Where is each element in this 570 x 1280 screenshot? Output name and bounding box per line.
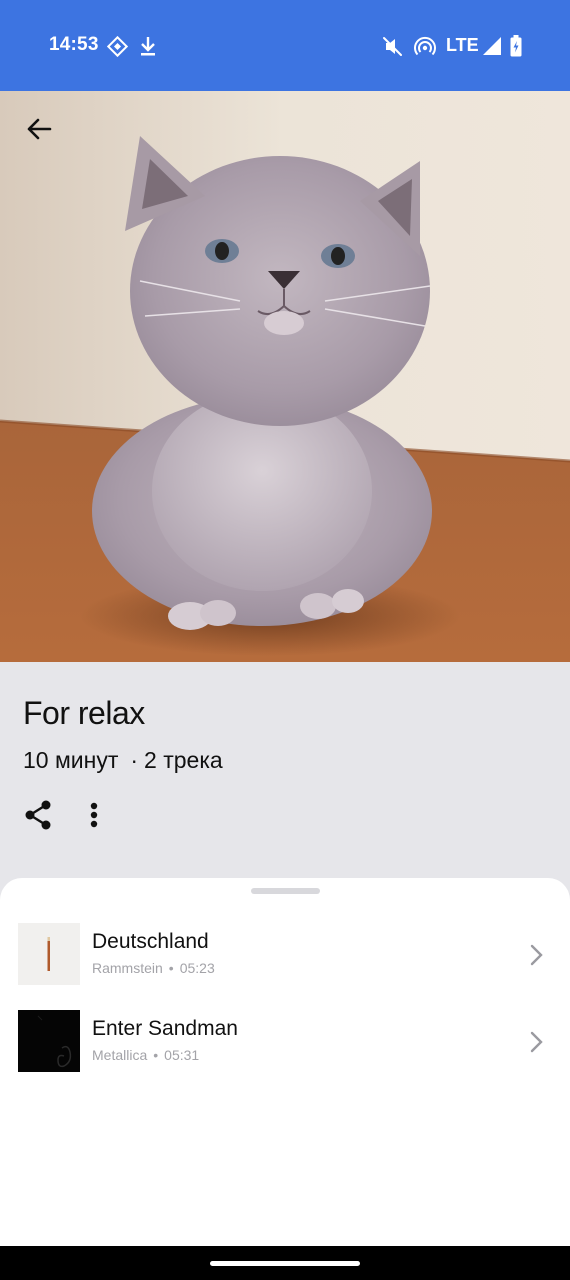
track-cover-deutschland bbox=[18, 923, 80, 985]
hotspot-icon bbox=[414, 36, 436, 56]
chevron-right-icon bbox=[530, 944, 543, 966]
download-icon bbox=[141, 37, 155, 56]
playlist-cover-image bbox=[0, 91, 570, 662]
status-bar: 14:53 LTE bbox=[0, 0, 570, 91]
more-options-button[interactable] bbox=[80, 798, 108, 832]
track-separator: • bbox=[168, 960, 174, 976]
mute-vibrate-icon bbox=[383, 37, 402, 56]
track-artist: Rammstein bbox=[92, 960, 163, 976]
track-separator: • bbox=[153, 1047, 159, 1063]
track-cover-enter-sandman bbox=[18, 1010, 80, 1072]
sheet-drag-handle[interactable] bbox=[251, 888, 320, 894]
network-type: LTE bbox=[446, 35, 479, 55]
status-time: 14:53 bbox=[49, 34, 99, 55]
more-vertical-icon bbox=[90, 802, 98, 828]
track-duration: 05:23 bbox=[179, 960, 215, 976]
signal-icon bbox=[483, 37, 501, 55]
track-row[interactable]: Deutschland Rammstein • 05:23 bbox=[0, 923, 570, 993]
playlist-title: For relax bbox=[23, 695, 145, 731]
track-title: Deutschland bbox=[92, 930, 209, 953]
share-icon bbox=[25, 800, 51, 830]
home-gesture-handle[interactable] bbox=[210, 1261, 360, 1266]
playlist-track-count: 2 трека bbox=[144, 747, 223, 773]
track-title: Enter Sandman bbox=[92, 1017, 238, 1040]
track-subtitle: Rammstein • 05:23 bbox=[92, 960, 215, 976]
arrow-left-icon bbox=[27, 118, 52, 140]
nfc-diamond-icon bbox=[107, 36, 128, 57]
chevron-right-icon bbox=[530, 1031, 543, 1053]
back-button[interactable] bbox=[18, 108, 60, 150]
track-artist: Metallica bbox=[92, 1047, 148, 1063]
track-row[interactable]: Enter Sandman Metallica • 05:31 bbox=[0, 1010, 570, 1080]
track-duration: 05:31 bbox=[164, 1047, 200, 1063]
playlist-meta: 10 минут · 2 трека bbox=[23, 747, 223, 774]
meta-separator: · bbox=[130, 747, 139, 773]
track-subtitle: Metallica • 05:31 bbox=[92, 1047, 199, 1063]
kitten-photo bbox=[0, 91, 570, 662]
battery-charging-icon bbox=[510, 35, 522, 57]
track-list-sheet: Deutschland Rammstein • 05:23 Enter Sandma… bbox=[0, 878, 570, 1246]
system-navigation-bar bbox=[0, 1246, 570, 1280]
playlist-duration: 10 минут bbox=[23, 747, 119, 773]
share-button[interactable] bbox=[22, 798, 56, 832]
